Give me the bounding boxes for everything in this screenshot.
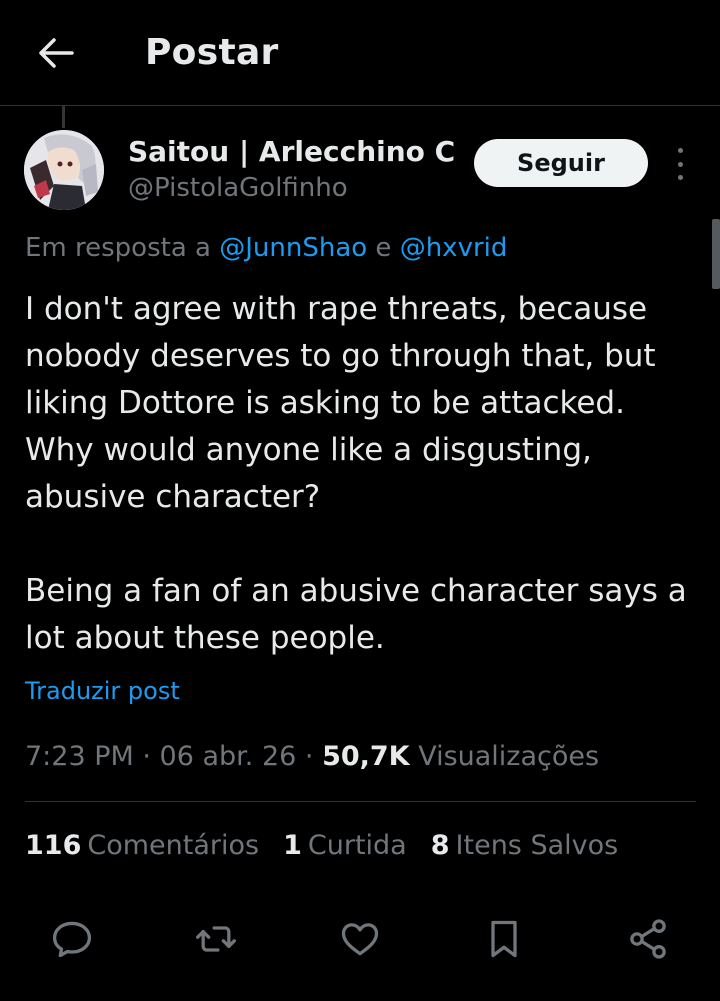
saves-label: Itens Salvos [455,830,619,861]
action-bar [0,915,720,963]
mention-link-hxvrid[interactable]: @hxvrid [400,233,508,263]
post-metadata: 7:23 PM · 06 abr. 26 · 50,7K Visualizaçõ… [25,741,599,772]
author-display-name[interactable]: Saitou | Arlecchino C... [128,135,458,168]
follow-button[interactable]: Seguir [474,139,648,187]
likes-stat[interactable]: 1 Curtida [283,830,407,861]
bookmark-icon [491,920,517,958]
thread-connector-line [62,106,65,128]
bookmark-button[interactable] [480,915,528,963]
like-icon [341,923,379,956]
scrollbar[interactable] [712,219,720,289]
avatar[interactable] [24,130,104,210]
reply-button[interactable] [48,915,96,963]
post-text: I don't agree with rape threats, because… [25,291,687,656]
repost-icon [196,926,236,952]
share-icon [630,919,666,959]
share-button[interactable] [624,915,672,963]
top-bar: Postar [0,0,720,106]
comments-label: Comentários [87,830,260,861]
more-options-button[interactable] [668,148,692,180]
more-vertical-icon [677,148,683,153]
translate-post-link[interactable]: Traduzir post [25,677,180,705]
back-button[interactable] [36,33,76,73]
views-label: Visualizações [409,741,600,772]
reply-prefix: Em resposta a [25,233,220,263]
comments-stat[interactable]: 116 Comentários [25,830,259,861]
reply-icon [52,921,92,958]
repost-button[interactable] [192,915,240,963]
views-count: 50,7K [322,741,410,772]
likes-label: Curtida [307,830,407,861]
engagement-stats: 116 Comentários 1 Curtida 8 Itens Salvos [25,830,618,861]
avatar-image [24,130,104,210]
more-dot [677,175,683,180]
reply-context: Em resposta a @JunnShao e @hxvrid [25,233,507,263]
reply-joiner: e [367,233,400,263]
saves-count: 8 [430,830,450,861]
like-button[interactable] [336,915,384,963]
arrow-left-icon [39,38,74,68]
author-handle[interactable]: @PistolaGolfinho [128,173,348,203]
page-title: Postar [145,32,279,73]
saves-stat[interactable]: 8 Itens Salvos [431,830,618,861]
divider [25,801,696,802]
mention-link-junnshao[interactable]: @JunnShao [219,233,367,263]
likes-count: 1 [283,830,302,861]
more-dot [677,161,683,167]
post-timestamp: 7:23 PM · 06 abr. 26 · [25,741,323,772]
comments-count: 116 [25,830,82,861]
